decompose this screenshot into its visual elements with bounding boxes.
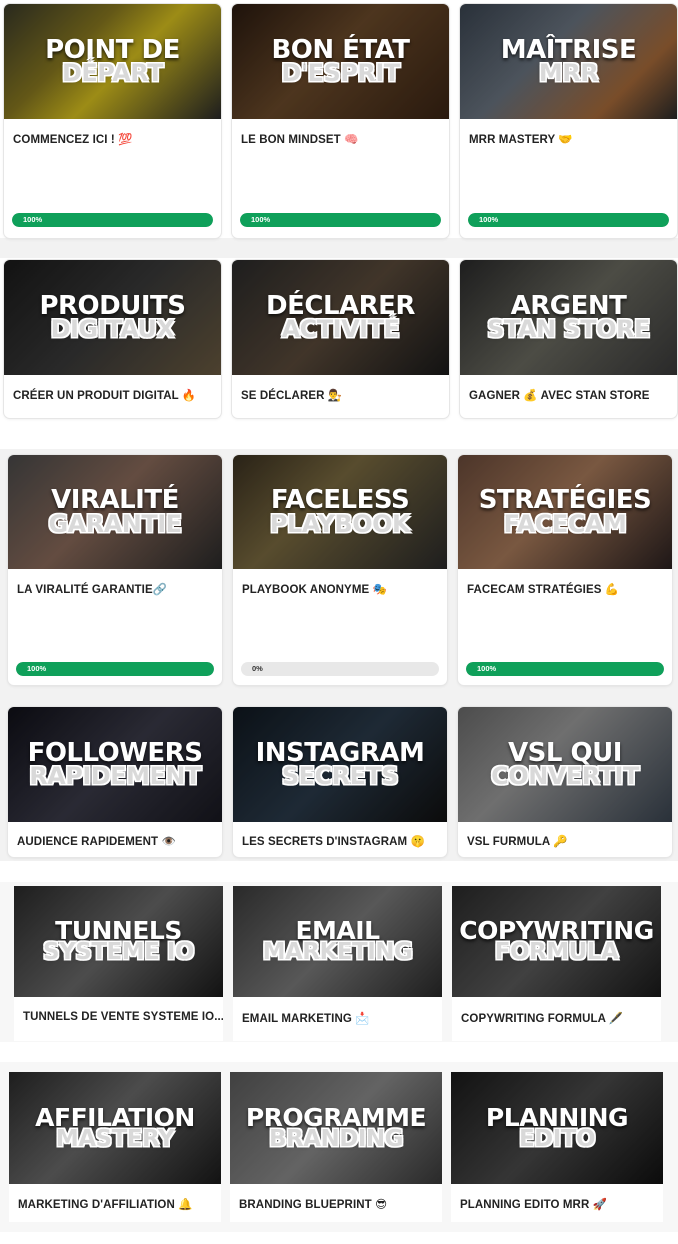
course-card-email-marketing[interactable]: EMAIL MARKETING EMAIL MARKETING 📩 [233, 886, 442, 1041]
course-thumbnail[interactable]: MAÎTRISE MRR [460, 4, 677, 119]
thumbnail-title-line2: FACECAM [503, 509, 627, 538]
thumbnail-title-line2: MASTERY [55, 1125, 175, 1152]
thumbnail-title-line2: STAN STORE [487, 315, 650, 344]
course-card-copywriting-formula[interactable]: COPYWRITING FORMULA COPYWRITING FORMULA 🖋️ [452, 886, 661, 1041]
thumbnail-title-line2: SECRETS [281, 762, 399, 791]
course-title[interactable]: PLAYBOOK ANONYME 🎭 [242, 582, 387, 596]
course-thumbnail[interactable]: FACELESS PLAYBOOK [233, 455, 447, 569]
course-title[interactable]: COMMENCEZ ICI ! 💯 [13, 132, 133, 146]
thumbnail-title-line2: CONVERTIT [491, 762, 639, 791]
course-title[interactable]: COPYWRITING FORMULA 🖋️ [461, 1011, 623, 1025]
course-thumbnail[interactable]: PROGRAMME BRANDING [230, 1072, 442, 1184]
course-thumbnail[interactable]: POINT DE DÉPART [4, 4, 221, 119]
course-title[interactable]: VSL FURMULA 🔑 [467, 834, 568, 848]
course-title[interactable]: GAGNER 💰 AVEC STAN STORE [469, 388, 650, 402]
thumbnail-title-line2: BRANDING [268, 1125, 404, 1152]
progress-bar: 100% [12, 213, 213, 227]
section-divider [0, 238, 678, 258]
thumbnail-title-line2: SYSTEME IO [43, 939, 194, 966]
course-card-followers-rapidement[interactable]: FOLLOWERS RAPIDEMENT AUDIENCE RAPIDEMENT 👁… [8, 707, 222, 857]
course-card-declarer-activite[interactable]: DÉCLARER ACTIVITÉ SE DÉCLARER 👨‍⚖️ [232, 260, 449, 418]
course-title[interactable]: AUDIENCE RAPIDEMENT 👁️ [17, 834, 176, 848]
course-thumbnail[interactable]: INSTAGRAM SECRETS [233, 707, 447, 822]
thumbnail-title-line2: MRR [538, 59, 599, 88]
progress-label: 100% [477, 664, 497, 673]
course-thumbnail[interactable]: TUNNELS SYSTEME IO [14, 886, 223, 997]
course-thumbnail[interactable]: DÉCLARER ACTIVITÉ [232, 260, 449, 375]
progress-bar: 100% [466, 662, 664, 676]
course-card-maitrise-mrr[interactable]: MAÎTRISE MRR MRR MASTERY 🤝 100% [460, 4, 677, 238]
thumbnail-title-line2: GARANTIE [48, 509, 182, 538]
course-thumbnail[interactable]: STRATÉGIES FACECAM [458, 455, 672, 569]
progress-label: 100% [23, 215, 43, 224]
course-title[interactable]: TUNNELS DE VENTE SYSTEME IO... [23, 1011, 223, 1023]
section-divider [0, 418, 678, 448]
course-thumbnail[interactable]: AFFILATION MASTERY [9, 1072, 221, 1184]
course-thumbnail[interactable]: EMAIL MARKETING [233, 886, 442, 997]
course-thumbnail[interactable]: BON ÉTAT D'ESPRIT [232, 4, 449, 119]
thumbnail-title-line2: FORMULA [494, 939, 619, 966]
course-thumbnail[interactable]: PRODUITS DIGITAUX [4, 260, 221, 375]
progress-label: 100% [479, 215, 499, 224]
course-thumbnail[interactable]: VSL QUI CONVERTIT [458, 707, 672, 822]
course-card-tunnels-systeme-io[interactable]: TUNNELS SYSTEME IO TUNNELS DE VENTE SYSTEM… [14, 886, 223, 1041]
thumbnail-title-line2: D'ESPRIT [281, 59, 400, 88]
progress-bar: 100% [468, 213, 669, 227]
course-card-affilation-mastery[interactable]: AFFILATION MASTERY MARKETING D'AFFILIATION… [9, 1072, 221, 1222]
thumbnail-title-line2: DÉPART [61, 59, 164, 88]
course-title[interactable]: CRÉER UN PRODUIT DIGITAL 🔥 [13, 388, 196, 402]
course-card-viralite-garantie[interactable]: VIRALITÉ GARANTIE LA VIRALITÉ GARANTIE🔗 100… [8, 455, 222, 685]
course-thumbnail[interactable]: PLANNING EDITO [451, 1072, 663, 1184]
course-title[interactable]: EMAIL MARKETING 📩 [242, 1011, 370, 1025]
progress-label: 100% [251, 215, 271, 224]
section-divider [0, 862, 678, 882]
course-title[interactable]: FACECAM STRATÉGIES 💪 [467, 582, 619, 596]
course-card-bon-etat-d-esprit[interactable]: BON ÉTAT D'ESPRIT LE BON MINDSET 🧠 100% [232, 4, 449, 238]
course-card-faceless-playbook[interactable]: FACELESS PLAYBOOK PLAYBOOK ANONYME 🎭 0% [233, 455, 447, 685]
thumbnail-title-line2: EDITO [518, 1125, 596, 1152]
progress-label: 0% [252, 664, 263, 673]
thumbnail-title-line2: PLAYBOOK [269, 509, 411, 538]
course-title[interactable]: MARKETING D'AFFILIATION 🔔 [18, 1197, 193, 1211]
progress-label: 100% [27, 664, 47, 673]
course-card-produits-digitaux[interactable]: PRODUITS DIGITAUX CRÉER UN PRODUIT DIGITAL… [4, 260, 221, 418]
course-card-planning-edito[interactable]: PLANNING EDITO PLANNING EDITO MRR 🚀 [451, 1072, 663, 1222]
course-card-programme-branding[interactable]: PROGRAMME BRANDING BRANDING BLUEPRINT 😎 [230, 1072, 442, 1222]
course-card-instagram-secrets[interactable]: INSTAGRAM SECRETS LES SECRETS D'INSTAGRAM … [233, 707, 447, 857]
course-title[interactable]: MRR MASTERY 🤝 [469, 132, 573, 146]
course-card-strategies-facecam[interactable]: STRATÉGIES FACECAM FACECAM STRATÉGIES 💪 100… [458, 455, 672, 685]
thumbnail-title-line2: RAPIDEMENT [29, 762, 201, 791]
course-title[interactable]: SE DÉCLARER 👨‍⚖️ [241, 388, 342, 402]
progress-bar: 100% [16, 662, 214, 676]
course-card-point-de-depart[interactable]: POINT DE DÉPART COMMENCEZ ICI ! 💯 100% [4, 4, 221, 238]
course-card-vsl-qui-convertit[interactable]: VSL QUI CONVERTIT VSL FURMULA 🔑 [458, 707, 672, 857]
course-title[interactable]: LA VIRALITÉ GARANTIE🔗 [17, 582, 167, 596]
course-thumbnail[interactable]: COPYWRITING FORMULA [452, 886, 661, 997]
course-title[interactable]: LES SECRETS D'INSTAGRAM 🤫 [242, 834, 425, 848]
course-title[interactable]: LE BON MINDSET 🧠 [241, 132, 359, 146]
thumbnail-title-line2: MARKETING [262, 939, 413, 966]
course-title[interactable]: BRANDING BLUEPRINT 😎 [239, 1197, 387, 1211]
course-thumbnail[interactable]: FOLLOWERS RAPIDEMENT [8, 707, 222, 822]
progress-bar: 100% [240, 213, 441, 227]
thumbnail-title-line2: ACTIVITÉ [281, 315, 400, 344]
course-thumbnail[interactable]: ARGENT STAN STORE [460, 260, 677, 375]
course-thumbnail[interactable]: VIRALITÉ GARANTIE [8, 455, 222, 569]
progress-bar: 0% [241, 662, 439, 676]
course-title[interactable]: PLANNING EDITO MRR 🚀 [460, 1197, 607, 1211]
thumbnail-title-line2: DIGITAUX [50, 315, 175, 344]
course-card-argent-stan-store[interactable]: ARGENT STAN STORE GAGNER 💰 AVEC STAN STORE [460, 260, 677, 418]
